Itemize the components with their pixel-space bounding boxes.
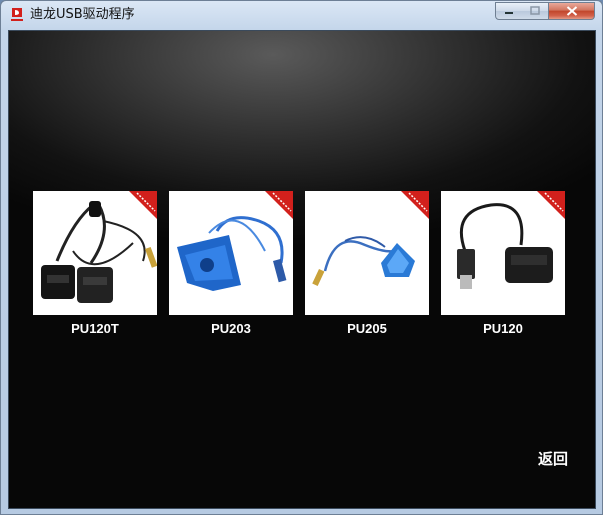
product-image[interactable] bbox=[169, 191, 293, 315]
product-name: PU203 bbox=[211, 321, 251, 336]
app-logo-icon bbox=[11, 8, 23, 21]
product-name: PU120T bbox=[71, 321, 119, 336]
ribbon-badge-icon bbox=[129, 191, 157, 219]
minimize-button[interactable] bbox=[495, 2, 523, 20]
product-image[interactable] bbox=[441, 191, 565, 315]
back-button[interactable]: 返回 bbox=[538, 448, 568, 469]
maximize-button[interactable] bbox=[522, 2, 549, 20]
window-title: 迪龙USB驱动程序 bbox=[30, 7, 135, 22]
product-name: PU120 bbox=[483, 321, 523, 336]
product-name: PU205 bbox=[347, 321, 387, 336]
content-area: PU120T PU203 PU205 PU120 返回 bbox=[8, 30, 596, 509]
app-window: 迪龙USB驱动程序 PU120T PU203 PU205 PU120 返回 bbox=[0, 0, 603, 515]
maximize-icon bbox=[530, 6, 540, 15]
ribbon-badge-icon bbox=[537, 191, 565, 219]
product-image[interactable] bbox=[305, 191, 429, 315]
ribbon-badge-icon bbox=[401, 191, 429, 219]
minimize-icon bbox=[505, 12, 513, 14]
product-image[interactable] bbox=[33, 191, 157, 315]
title-bar[interactable]: 迪龙USB驱动程序 bbox=[1, 1, 602, 29]
close-icon bbox=[566, 6, 577, 16]
ribbon-badge-icon bbox=[265, 191, 293, 219]
close-button[interactable] bbox=[549, 2, 595, 20]
